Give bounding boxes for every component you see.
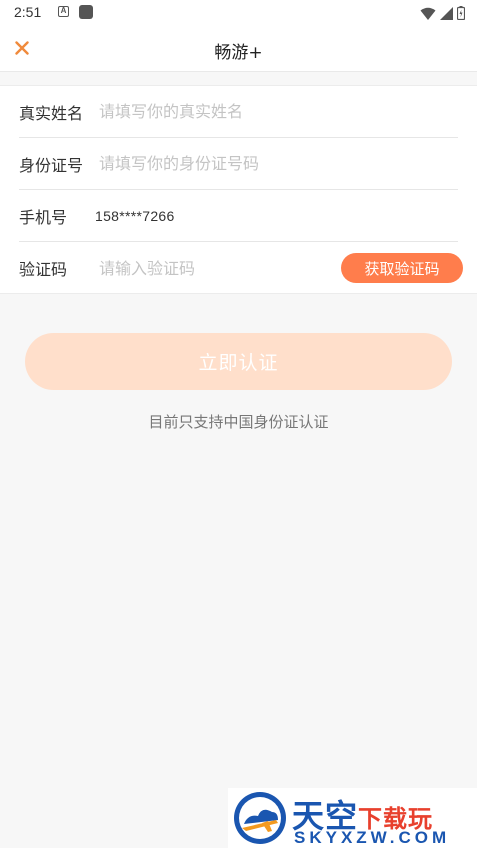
verification-form: 真实姓名 身份证号 手机号 158****7266 验证码 获取验证码: [0, 85, 477, 294]
get-code-button[interactable]: 获取验证码: [341, 253, 463, 283]
wifi-icon: [420, 7, 436, 20]
verification-code-row: 验证码 获取验证码: [19, 242, 463, 294]
page-title: 畅游+: [214, 43, 263, 63]
verify-now-button[interactable]: 立即认证: [25, 333, 452, 390]
name-input[interactable]: [99, 96, 458, 127]
name-label: 真实姓名: [19, 103, 84, 123]
notification-a-icon: A: [58, 6, 69, 17]
id-number-label: 身份证号: [19, 155, 84, 175]
phone-row: 手机号 158****7266: [19, 190, 458, 242]
watermark: 天空下载玩 SKYXZW.COM: [228, 788, 477, 848]
id-number-input[interactable]: [99, 148, 458, 179]
id-number-row: 身份证号: [19, 138, 458, 190]
status-bar: 2:51 A: [0, 0, 477, 26]
verification-code-label: 验证码: [19, 260, 68, 279]
name-row: 真实姓名: [19, 86, 458, 138]
app-bar: 畅游+: [0, 26, 477, 72]
status-icons: [420, 5, 465, 21]
battery-icon: [457, 6, 465, 20]
status-time: 2:51: [14, 4, 42, 20]
phone-value: 158****7266: [95, 207, 175, 224]
signal-icon: [440, 6, 453, 20]
watermark-en-text: SKYXZW.COM: [294, 828, 451, 847]
phone-label: 手机号: [19, 207, 68, 227]
notification-square-icon: [79, 5, 93, 19]
id-support-hint: 目前只支持中国身份证认证: [148, 413, 329, 431]
watermark-logo-icon: [234, 792, 286, 844]
